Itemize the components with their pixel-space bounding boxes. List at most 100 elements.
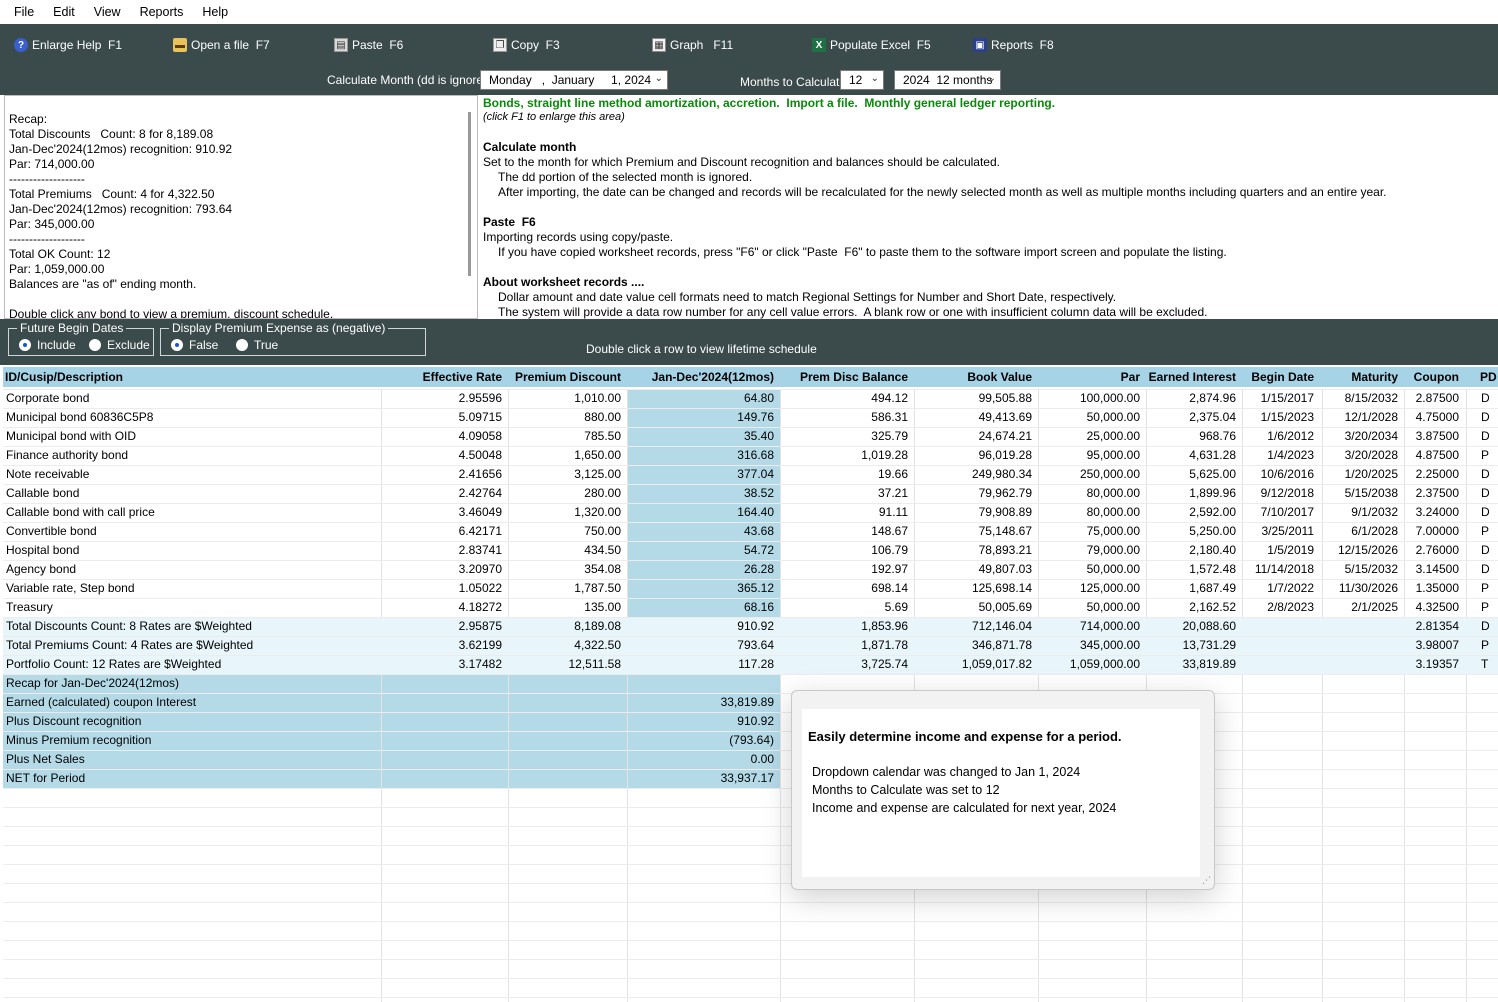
table-row[interactable]: Treasury 4.18272 135.00 68.16 5.69 50,005.69 5… — [3, 598, 1498, 617]
grid-cell: 33,937.17 — [720, 771, 774, 785]
enlarge-help-button[interactable]: ? Enlarge Help F1 — [14, 36, 122, 54]
totals-row[interactable]: Total Discounts Count: 8 Rates are $Weig… — [3, 617, 1498, 636]
exclude-radio[interactable]: Exclude — [89, 338, 150, 352]
menu-reports[interactable]: Reports — [140, 5, 184, 19]
col-coupon-header[interactable]: Coupon — [1405, 367, 1459, 387]
chevron-down-icon[interactable]: ⌄ — [871, 73, 879, 84]
grid-cell: 135.00 — [584, 600, 621, 614]
col-maturity-header[interactable]: Maturity — [1324, 367, 1398, 387]
months-to-calculate-select[interactable]: 12 ⌄ — [840, 70, 884, 90]
grid-header: ID/Cusip/Description Effective Rate Premiu… — [3, 367, 1498, 387]
false-radio[interactable]: False — [171, 338, 218, 352]
include-radio[interactable]: Include — [19, 338, 76, 352]
grid-line — [3, 465, 1498, 466]
grid-cell: 80,000.00 — [1086, 486, 1140, 500]
radio-label: Exclude — [107, 338, 150, 352]
grid-cell: Agency bond — [6, 562, 77, 576]
table-row[interactable]: Municipal bond with OID 4.09058 785.50 35.4… — [3, 427, 1498, 446]
recap-row[interactable]: Plus Discount recognition 910.92 — [3, 712, 1498, 731]
copy-button[interactable]: ❐ Copy F3 — [493, 36, 560, 54]
col-earned-interest-header[interactable]: Earned Interest — [1147, 367, 1236, 387]
table-row[interactable]: Note receivable 2.41656 3,125.00 377.04 19.6… — [3, 465, 1498, 484]
radio-selected-icon[interactable] — [19, 339, 31, 351]
table-row[interactable]: Convertible bond 6.42171 750.00 43.68 148.67… — [3, 522, 1498, 541]
menu-file[interactable]: File — [14, 5, 34, 19]
grid-line — [3, 997, 1498, 998]
grid-cell: 3.87500 — [1415, 429, 1459, 443]
table-row[interactable]: Municipal bond 60836C5P8 5.09715 880.00 149… — [3, 408, 1498, 427]
col-premium-discount-header[interactable]: Premium Discount — [509, 367, 621, 387]
open-file-button[interactable]: ▬ Open a file F7 — [173, 36, 270, 54]
col-description-header[interactable]: ID/Cusip/Description — [5, 367, 376, 387]
recap-scrollbar[interactable] — [468, 112, 471, 276]
col-period-recognition-header[interactable]: Jan-Dec'2024(12mos) — [628, 367, 774, 387]
table-row[interactable]: Corporate bond 2.95596 1,010.00 64.80 494.12… — [3, 389, 1498, 408]
grid-cell: 345,000.00 — [1079, 638, 1140, 652]
recap-row[interactable]: Minus Premium recognition (793.64) — [3, 731, 1498, 750]
help-paste-heading: Paste F6 — [483, 215, 536, 229]
grid-cell: 125,698.14 — [971, 581, 1032, 595]
popup-line: Months to Calculate was set to 12 — [812, 783, 1000, 797]
radio-unselected-icon[interactable] — [236, 339, 248, 351]
radio-selected-icon[interactable] — [171, 339, 183, 351]
calculate-month-picker[interactable]: Monday , January 1, 2024 ⌄ — [480, 70, 668, 90]
chevron-down-icon[interactable]: ⌄ — [655, 73, 663, 84]
table-row[interactable]: Callable bond 2.42764 280.00 38.52 37.21 79,9… — [3, 484, 1498, 503]
chevron-down-icon[interactable]: ⌄ — [988, 73, 996, 84]
menu-edit[interactable]: Edit — [53, 5, 75, 19]
col-pd-header[interactable]: PD — [1480, 367, 1497, 387]
period-select[interactable]: 2024 12 months ⌄ — [894, 70, 1001, 90]
bond-grid[interactable]: ID/Cusip/Description Effective Rate Premiu… — [0, 365, 1498, 1002]
table-row[interactable]: Hospital bond 2.83741 434.50 54.72 106.79 78,… — [3, 541, 1498, 560]
grid-cell: 75,148.67 — [978, 524, 1032, 538]
col-prem-disc-balance-header[interactable]: Prem Disc Balance — [781, 367, 908, 387]
help-panel[interactable]: Bonds, straight line method amortization… — [480, 95, 1498, 319]
grid-cell: D — [1481, 505, 1490, 519]
grid-cell: 968.76 — [1199, 429, 1236, 443]
recap-line: ------------------- — [9, 172, 85, 186]
grid-line — [3, 940, 1498, 941]
table-row[interactable]: Finance authority bond 4.50048 1,650.00 316… — [3, 446, 1498, 465]
paste-button[interactable]: ▤ Paste F6 — [334, 36, 403, 54]
recap-row[interactable]: NET for Period 33,937.17 — [3, 769, 1498, 788]
grid-cell: 714,000.00 — [1079, 619, 1140, 633]
info-popup[interactable]: Easily determine income and expense for … — [791, 690, 1215, 890]
graph-button[interactable]: ▦ Graph F11 — [652, 36, 733, 54]
table-row[interactable]: Callable bond with call price 3.46049 1,32… — [3, 503, 1498, 522]
grid-cell: Recap for Jan-Dec'2024(12mos) — [6, 676, 180, 690]
grid-cell: 3.17482 — [458, 657, 502, 671]
recap-line: Balances are "as of" ending month. — [9, 277, 197, 291]
grid-line — [3, 921, 1498, 922]
grid-cell: Callable bond — [6, 486, 80, 500]
col-begin-date-header[interactable]: Begin Date — [1243, 367, 1314, 387]
grid-cell: 12/1/2028 — [1344, 410, 1398, 424]
radio-unselected-icon[interactable] — [89, 339, 101, 351]
recap-row[interactable]: Recap for Jan-Dec'2024(12mos) — [3, 674, 1498, 693]
resize-grip-icon[interactable]: ⋰ — [1202, 875, 1211, 886]
menu-view[interactable]: View — [94, 5, 121, 19]
grid-cell: 33,819.89 — [720, 695, 774, 709]
grid-cell: 2.76000 — [1415, 543, 1459, 557]
true-radio[interactable]: True — [236, 338, 278, 352]
grid-cell: 1,899.96 — [1189, 486, 1236, 500]
col-book-value-header[interactable]: Book Value — [915, 367, 1032, 387]
col-effective-rate-header[interactable]: Effective Rate — [383, 367, 502, 387]
col-par-header[interactable]: Par — [1039, 367, 1140, 387]
grid-cell: 4,322.50 — [574, 638, 621, 652]
grid-cell: 6.42171 — [458, 524, 502, 538]
menu-help[interactable]: Help — [202, 5, 228, 19]
grid-cell: 1/7/2022 — [1267, 581, 1314, 595]
grid-cell: 5/15/2032 — [1344, 562, 1398, 576]
grid-cell: D — [1481, 543, 1490, 557]
table-row[interactable]: Variable rate, Step bond 1.05022 1,787.50 3… — [3, 579, 1498, 598]
grid-cell: P — [1481, 448, 1490, 462]
totals-row[interactable]: Total Premiums Count: 4 Rates are $Weigh… — [3, 636, 1498, 655]
populate-excel-button[interactable]: X Populate Excel F5 — [812, 36, 931, 54]
recap-row[interactable]: Plus Net Sales 0.00 — [3, 750, 1498, 769]
reports-button[interactable]: ▣ Reports F8 — [973, 36, 1054, 54]
period-value: 2024 12 months — [903, 73, 993, 87]
recap-row[interactable]: Earned (calculated) coupon Interest 33,81… — [3, 693, 1498, 712]
totals-row[interactable]: Portfolio Count: 12 Rates are $Weighted 3… — [3, 655, 1498, 674]
recap-panel[interactable]: Recap: Total Discounts Count: 8 for 8,189… — [4, 95, 478, 319]
table-row[interactable]: Agency bond 3.20970 354.08 26.28 192.97 49,80… — [3, 560, 1498, 579]
